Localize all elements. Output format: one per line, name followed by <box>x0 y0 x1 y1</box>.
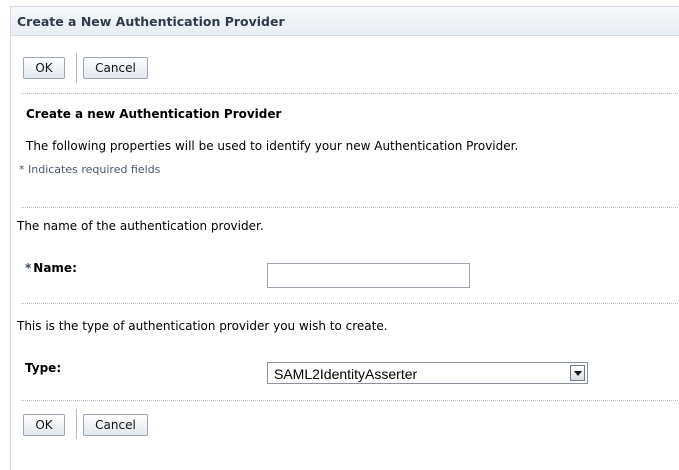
divider <box>21 207 679 208</box>
section-heading: Create a new Authentication Provider <box>26 107 282 121</box>
chevron-down-icon[interactable] <box>570 365 585 381</box>
cancel-button-bottom[interactable]: Cancel <box>83 414 148 436</box>
required-star: * <box>19 163 25 176</box>
name-required-star: * <box>25 261 32 275</box>
type-label: Type: <box>25 361 62 375</box>
divider <box>21 93 679 94</box>
ok-button-bottom[interactable]: OK <box>23 414 65 436</box>
required-note-text: Indicates required fields <box>28 163 161 176</box>
panel-header: Create a New Authentication Provider <box>11 6 679 36</box>
name-label: * Name: <box>25 261 77 275</box>
cancel-button-top[interactable]: Cancel <box>83 57 148 79</box>
intro-description: The following properties will be used to… <box>26 139 519 153</box>
type-select[interactable]: SAML2IdentityAsserter <box>267 362 588 384</box>
button-separator-bottom <box>76 409 77 439</box>
create-auth-provider-panel: Create a New Authentication Provider OK … <box>10 6 679 470</box>
divider <box>21 303 679 304</box>
name-input[interactable] <box>267 263 470 288</box>
type-select-value: SAML2IdentityAsserter <box>274 366 418 382</box>
type-description: This is the type of authentication provi… <box>17 319 388 333</box>
required-fields-note: * Indicates required fields <box>19 163 160 176</box>
name-label-text: Name: <box>33 261 77 275</box>
panel-title: Create a New Authentication Provider <box>17 14 285 29</box>
name-description: The name of the authentication provider. <box>17 219 264 233</box>
divider <box>21 400 679 401</box>
button-separator-top <box>76 53 77 83</box>
ok-button-top[interactable]: OK <box>23 57 65 79</box>
